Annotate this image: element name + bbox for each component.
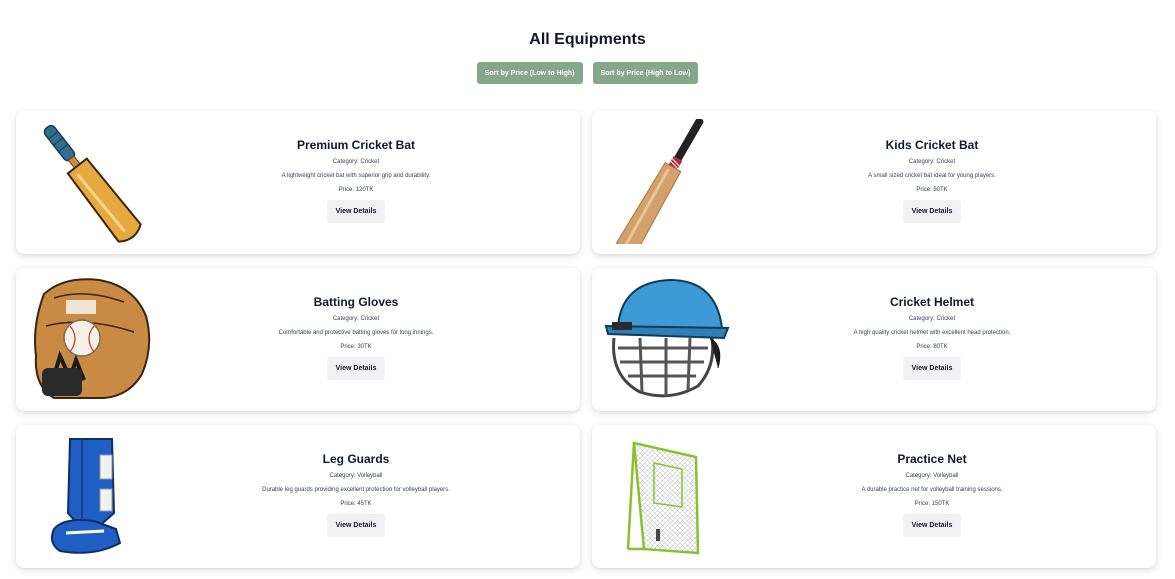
product-category: Category: Cricket: [332, 159, 380, 165]
view-details-button[interactable]: View Details: [902, 200, 962, 223]
sort-bar: Sort by Price (Low to High) Sort by Pric…: [0, 62, 1175, 84]
helmet-icon: [604, 278, 730, 398]
product-info: Batting Gloves Category: Cricket Comfort…: [156, 268, 556, 411]
product-price: Price: 30TK: [340, 344, 372, 350]
product-card: Leg Guards Category: Volleyball Durable …: [16, 425, 580, 568]
page-title: All Equipments: [529, 31, 646, 48]
product-name: Leg Guards: [322, 452, 390, 466]
view-details-button[interactable]: View Details: [902, 514, 962, 537]
product-name: Batting Gloves: [313, 295, 399, 309]
sort-low-to-high-button[interactable]: Sort by Price (Low to High): [476, 62, 583, 84]
product-price: Price: 50TK: [916, 187, 948, 193]
view-details-button[interactable]: View Details: [326, 200, 386, 223]
leg-guard-icon: [51, 438, 122, 554]
product-category: Category: Cricket: [908, 159, 956, 165]
product-name: Premium Cricket Bat: [296, 138, 416, 152]
product-name: Cricket Helmet: [889, 295, 975, 309]
product-description: A high quality cricket helmet with excel…: [853, 330, 1011, 336]
product-card: Cricket Helmet Category: Cricket A high …: [592, 268, 1156, 411]
sort-high-to-low-button[interactable]: Sort by Price (High to Low): [592, 62, 699, 84]
product-card: Batting Gloves Category: Cricket Comfort…: [16, 268, 580, 411]
product-info: Kids Cricket Bat Category: Cricket A sma…: [732, 111, 1132, 254]
product-category: Category: Cricket: [332, 316, 380, 322]
product-description: A lightweight cricket bat with superior …: [281, 173, 431, 179]
glove-icon: [34, 278, 151, 399]
product-description: A small sized cricket bat ideal for youn…: [868, 173, 996, 179]
product-category: Category: Volleyball: [329, 473, 383, 479]
view-details-button[interactable]: View Details: [902, 357, 962, 380]
view-details-button[interactable]: View Details: [326, 357, 386, 380]
product-info: Leg Guards Category: Volleyball Durable …: [156, 425, 556, 568]
product-name: Practice Net: [897, 452, 967, 466]
product-description: Durable leg guards providing excellent p…: [262, 487, 450, 493]
product-price: Price: 120TK: [338, 187, 374, 193]
practice-net-icon: [626, 441, 700, 555]
view-details-button[interactable]: View Details: [326, 514, 386, 537]
product-price: Price: 80TK: [916, 344, 948, 350]
product-price: Price: 150TK: [914, 501, 950, 507]
product-info: Cricket Helmet Category: Cricket A high …: [732, 268, 1132, 411]
product-card: Kids Cricket Bat Category: Cricket A sma…: [592, 111, 1156, 254]
product-description: A durable practice net for volleyball tr…: [861, 487, 1003, 493]
product-price: Price: 45TK: [340, 501, 372, 507]
product-category: Category: Cricket: [908, 316, 956, 322]
product-category: Category: Volleyball: [905, 473, 959, 479]
product-description: Comfortable and protective batting glove…: [278, 330, 434, 336]
product-name: Kids Cricket Bat: [885, 138, 979, 152]
kids-cricket-bat-icon: [615, 119, 704, 244]
product-card: Practice Net Category: Volleyball A dura…: [592, 425, 1156, 568]
cricket-bat-icon: [43, 124, 142, 243]
product-info: Practice Net Category: Volleyball A dura…: [732, 425, 1132, 568]
product-card: Premium Cricket Bat Category: Cricket A …: [16, 111, 580, 254]
product-info: Premium Cricket Bat Category: Cricket A …: [156, 111, 556, 254]
